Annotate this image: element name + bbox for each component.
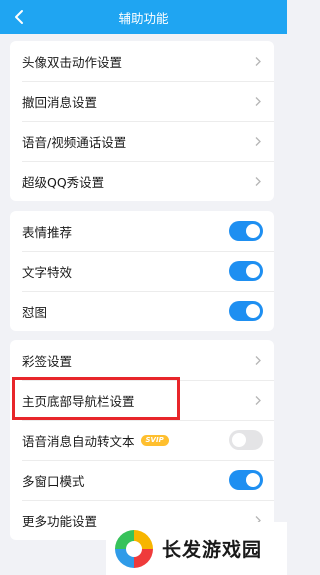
row-voice-video-call[interactable]: 语音/视频通话设置 — [10, 121, 274, 161]
highlight-box — [12, 377, 180, 420]
row-color-tag[interactable]: 彩签设置 — [10, 340, 274, 380]
chevron-right-icon — [255, 177, 261, 186]
row-label: 怼图 — [22, 304, 48, 320]
row-label: 表情推荐 — [22, 224, 73, 240]
chevron-right-icon — [255, 396, 261, 405]
toggle-knob — [246, 473, 260, 487]
voice-to-text-toggle[interactable] — [229, 430, 263, 450]
watermark-text: 长发游戏园 — [162, 539, 263, 561]
row-text-effects: 文字特效 — [10, 251, 274, 291]
row-sticker-reply: 怼图 — [10, 291, 274, 331]
logo-icon — [114, 528, 154, 569]
row-label: 头像双击动作设置 — [22, 54, 123, 70]
text-effects-toggle[interactable] — [229, 261, 263, 281]
chevron-right-icon — [255, 97, 261, 106]
watermark: 长发游戏园 — [106, 522, 287, 575]
row-label: 撤回消息设置 — [22, 94, 98, 110]
row-avatar-double-tap[interactable]: 头像双击动作设置 — [10, 41, 274, 81]
title-bar: 辅助功能 — [0, 0, 287, 34]
chevron-right-icon — [255, 356, 261, 365]
row-emoji-recommend: 表情推荐 — [10, 211, 274, 251]
row-multi-window: 多窗口模式 — [10, 460, 274, 500]
page-title: 辅助功能 — [118, 10, 169, 26]
row-label: 超级QQ秀设置 — [22, 174, 105, 190]
row-label: 文字特效 — [22, 264, 73, 280]
toggle-knob — [246, 224, 260, 238]
multi-window-toggle[interactable] — [229, 470, 263, 490]
row-super-qq-show[interactable]: 超级QQ秀设置 — [10, 161, 274, 201]
row-label: 更多功能设置 — [22, 513, 98, 529]
chevron-right-icon — [255, 137, 261, 146]
settings-group-1: 头像双击动作设置 撤回消息设置 语音/视频通话设置 超级QQ秀设置 — [10, 41, 274, 201]
toggle-knob — [232, 433, 246, 447]
row-recall-message[interactable]: 撤回消息设置 — [10, 81, 274, 121]
settings-group-2: 表情推荐 文字特效 怼图 — [10, 211, 274, 331]
row-voice-to-text: 语音消息自动转文本 SVIP — [10, 420, 274, 460]
settings-group-3: 彩签设置 主页底部导航栏设置 语音消息自动转文本 SVIP 多窗口模式 更多功能… — [10, 340, 274, 540]
toggle-knob — [246, 264, 260, 278]
back-arrow-icon[interactable] — [10, 7, 30, 27]
chevron-right-icon — [255, 57, 261, 66]
row-label: 语音/视频通话设置 — [22, 134, 127, 150]
row-label: 彩签设置 — [22, 353, 73, 369]
row-label: 语音消息自动转文本 — [22, 433, 135, 449]
row-label: 多窗口模式 — [22, 473, 85, 489]
sticker-reply-toggle[interactable] — [229, 301, 263, 321]
emoji-recommend-toggle[interactable] — [229, 221, 263, 241]
svip-badge: SVIP — [140, 434, 169, 446]
toggle-knob — [246, 304, 260, 318]
